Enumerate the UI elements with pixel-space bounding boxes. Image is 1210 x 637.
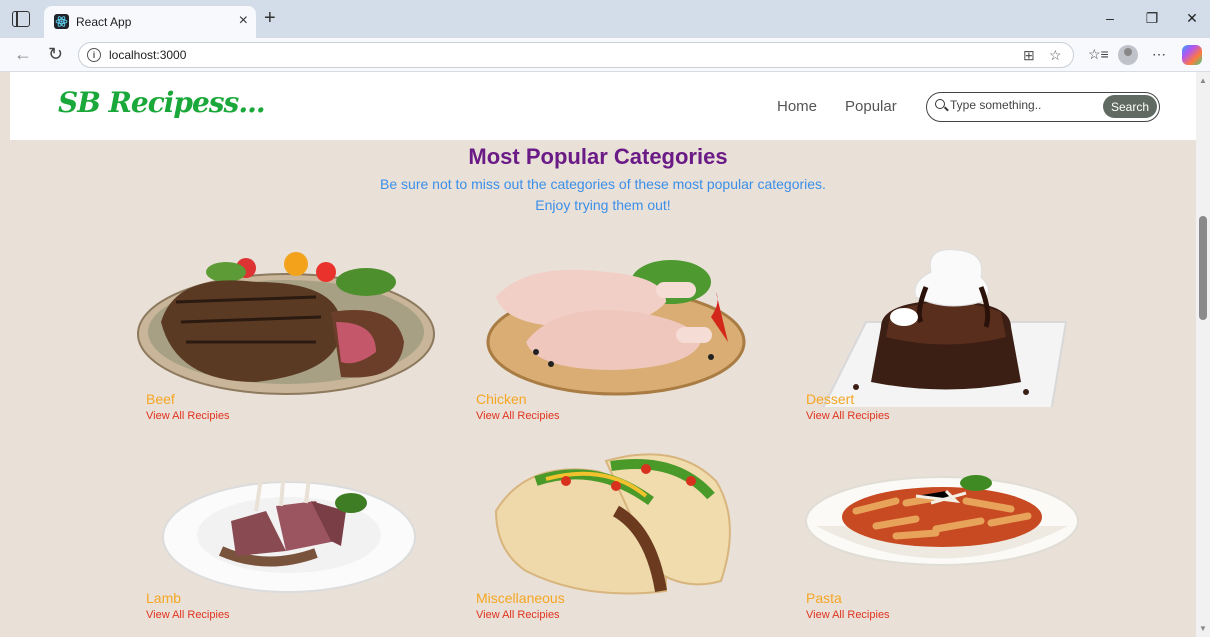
app-available-icon[interactable]: ⊞ bbox=[1023, 47, 1035, 64]
address-bar: ← ↻ i localhost:3000 ⊞ ☆ ☆≡ ⋯ bbox=[0, 38, 1210, 72]
scrollbar-thumb[interactable] bbox=[1199, 216, 1207, 320]
lamb-image bbox=[162, 445, 416, 593]
search-bar: Search bbox=[926, 92, 1160, 122]
more-options-icon[interactable]: ⋯ bbox=[1152, 46, 1166, 63]
back-icon[interactable]: ← bbox=[14, 44, 32, 65]
category-card-lamb[interactable]: Lamb View All Recipies bbox=[136, 441, 436, 631]
view-all-link[interactable]: View All Recipies bbox=[806, 410, 890, 422]
react-icon bbox=[54, 14, 69, 29]
restore-icon[interactable]: ❐ bbox=[1142, 10, 1162, 27]
category-card-chicken[interactable]: Chicken View All Recipies bbox=[466, 242, 766, 432]
site-header: SB Recipess... Home Popular Search bbox=[10, 72, 1196, 140]
browser-tab-bar: React App × + – ❐ ✕ bbox=[0, 0, 1210, 38]
pasta-image bbox=[805, 475, 1079, 566]
new-tab-button[interactable]: + bbox=[264, 8, 276, 28]
tacos-image bbox=[494, 453, 731, 595]
category-card-pasta[interactable]: Pasta View All Recipies bbox=[796, 441, 1096, 631]
beef-image bbox=[137, 252, 435, 395]
category-card-miscellaneous[interactable]: Miscellaneous View All Recipies bbox=[466, 441, 766, 631]
page-heading: Most Popular Categories bbox=[468, 144, 728, 169]
url-field[interactable]: i localhost:3000 ⊞ ☆ bbox=[78, 42, 1074, 68]
favorites-icon[interactable]: ☆≡ bbox=[1088, 46, 1109, 63]
window-close-icon[interactable]: ✕ bbox=[1182, 10, 1202, 27]
category-name: Pasta bbox=[806, 590, 842, 606]
category-name: Dessert bbox=[806, 391, 855, 407]
site-info-icon[interactable]: i bbox=[87, 48, 101, 62]
view-all-link[interactable]: View All Recipies bbox=[146, 410, 230, 422]
category-name: Chicken bbox=[476, 391, 527, 407]
view-all-link[interactable]: View All Recipies bbox=[476, 609, 560, 621]
search-input[interactable] bbox=[950, 98, 1098, 112]
view-all-link[interactable]: View All Recipies bbox=[146, 609, 230, 621]
chicken-image bbox=[486, 260, 746, 396]
category-name: Beef bbox=[146, 391, 175, 407]
nav-home[interactable]: Home bbox=[777, 98, 817, 115]
favorite-star-icon[interactable]: ☆ bbox=[1049, 47, 1062, 64]
page-subtitle: Be sure not to miss out the categories o… bbox=[380, 176, 826, 213]
page-viewport: SB Recipess... Home Popular Search Most … bbox=[0, 72, 1210, 637]
search-button[interactable]: Search bbox=[1103, 95, 1157, 118]
scroll-up-icon[interactable]: ▲ bbox=[1199, 76, 1207, 85]
profile-avatar-icon[interactable] bbox=[1118, 45, 1138, 65]
minimize-icon[interactable]: – bbox=[1100, 10, 1120, 26]
copilot-icon[interactable] bbox=[1182, 45, 1202, 65]
refresh-icon[interactable]: ↻ bbox=[48, 44, 63, 65]
tab-actions-icon[interactable] bbox=[12, 11, 30, 27]
dessert-image bbox=[822, 249, 1068, 407]
view-all-link[interactable]: View All Recipies bbox=[806, 609, 890, 621]
url-text: localhost:3000 bbox=[109, 48, 187, 62]
nav-popular[interactable]: Popular bbox=[845, 98, 897, 115]
category-card-beef[interactable]: Beef View All Recipies bbox=[136, 242, 436, 432]
tab-close-icon[interactable]: × bbox=[239, 12, 248, 30]
tab-title: React App bbox=[76, 15, 132, 29]
category-name: Miscellaneous bbox=[476, 590, 565, 606]
scroll-down-icon[interactable]: ▼ bbox=[1199, 624, 1207, 633]
page-scrollbar[interactable]: ▲ ▼ bbox=[1196, 72, 1210, 637]
category-card-dessert[interactable]: Dessert View All Recipies bbox=[796, 242, 1096, 432]
category-name: Lamb bbox=[146, 590, 182, 606]
site-logo[interactable]: SB Recipess... bbox=[58, 86, 266, 119]
view-all-link[interactable]: View All Recipies bbox=[476, 410, 560, 422]
search-icon bbox=[935, 99, 945, 109]
browser-tab[interactable]: React App × bbox=[44, 6, 256, 38]
